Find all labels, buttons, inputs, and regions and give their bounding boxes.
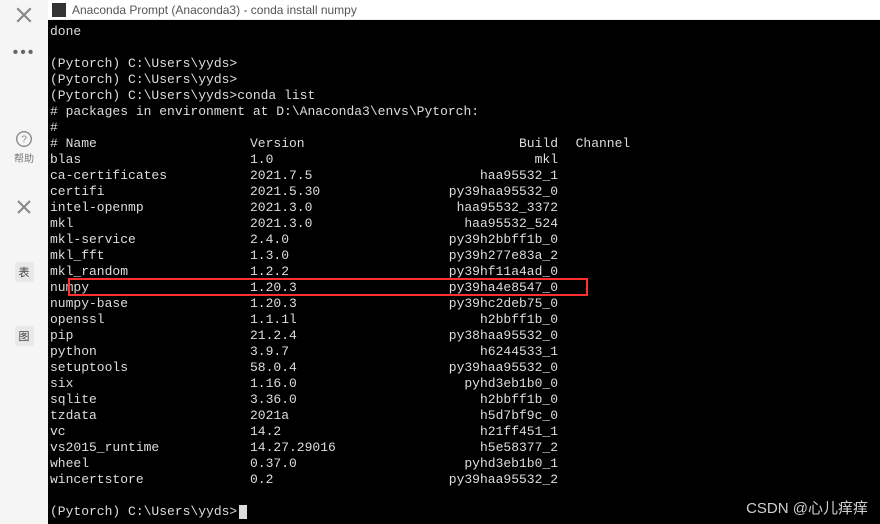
package-row: mkl_random1.2.2py39hf11a4ad_0 (50, 264, 878, 280)
help-button[interactable]: ? 帮助 (14, 130, 34, 165)
tag-table[interactable]: 表 (15, 262, 34, 282)
package-row: vc14.2h21ff451_1 (50, 424, 878, 440)
package-row: pip21.2.4py38haa95532_0 (50, 328, 878, 344)
package-row: six1.16.0pyhd3eb1b0_0 (50, 376, 878, 392)
terminal-line: (Pytorch) C:\Users\yyds> (50, 56, 878, 72)
terminal-line: (Pytorch) C:\Users\yyds> (50, 72, 878, 88)
package-row: openssl1.1.1lh2bbff1b_0 (50, 312, 878, 328)
package-row: wheel0.37.0pyhd3eb1b0_1 (50, 456, 878, 472)
package-row: # NameVersionBuild Channel (50, 136, 878, 152)
terminal-line: done (50, 24, 878, 40)
package-row: blas1.0mkl (50, 152, 878, 168)
package-row: setuptools58.0.4py39haa95532_0 (50, 360, 878, 376)
side-toolbar: ••• ? 帮助 表 图 (0, 0, 48, 524)
package-row: mkl2021.3.0haa95532_524 (50, 216, 878, 232)
terminal-line (50, 488, 878, 504)
terminal-line: (Pytorch) C:\Users\yyds>conda list (50, 88, 878, 104)
package-row: ca-certificates2021.7.5haa95532_1 (50, 168, 878, 184)
package-row: mkl_fft1.3.0py39h277e83a_2 (50, 248, 878, 264)
terminal-output[interactable]: done(Pytorch) C:\Users\yyds>(Pytorch) C:… (48, 20, 880, 524)
package-row: certifi2021.5.30py39haa95532_0 (50, 184, 878, 200)
package-row: wincertstore0.2py39haa95532_2 (50, 472, 878, 488)
package-row: sqlite3.36.0h2bbff1b_0 (50, 392, 878, 408)
svg-text:?: ? (21, 134, 27, 145)
tag-image[interactable]: 图 (15, 326, 34, 346)
package-row: mkl-service2.4.0py39h2bbff1b_0 (50, 232, 878, 248)
package-row: intel-openmp2021.3.0haa95532_3372 (50, 200, 878, 216)
window-title: Anaconda Prompt (Anaconda3) - conda inst… (72, 3, 357, 17)
package-row: tzdata2021ah5d7bf9c_0 (50, 408, 878, 424)
more-icon[interactable]: ••• (13, 44, 36, 62)
package-row: python3.9.7h6244533_1 (50, 344, 878, 360)
window-titlebar: Anaconda Prompt (Anaconda3) - conda inst… (48, 0, 880, 20)
close-icon[interactable] (15, 6, 33, 24)
terminal-prompt: (Pytorch) C:\Users\yyds> (50, 504, 878, 520)
help-icon: ? (15, 130, 33, 148)
cursor (239, 505, 247, 519)
terminal-icon (52, 3, 66, 17)
package-row: vs2015_runtime14.27.29016h5e58377_2 (50, 440, 878, 456)
package-row: numpy-base1.20.3py39hc2deb75_0 (50, 296, 878, 312)
terminal-line: # packages in environment at D:\Anaconda… (50, 104, 878, 120)
package-row: numpy1.20.3py39ha4e8547_0 (50, 280, 878, 296)
terminal-line (50, 40, 878, 56)
close-icon-2[interactable] (16, 199, 32, 218)
terminal-line: # (50, 120, 878, 136)
help-label: 帮助 (14, 150, 34, 165)
